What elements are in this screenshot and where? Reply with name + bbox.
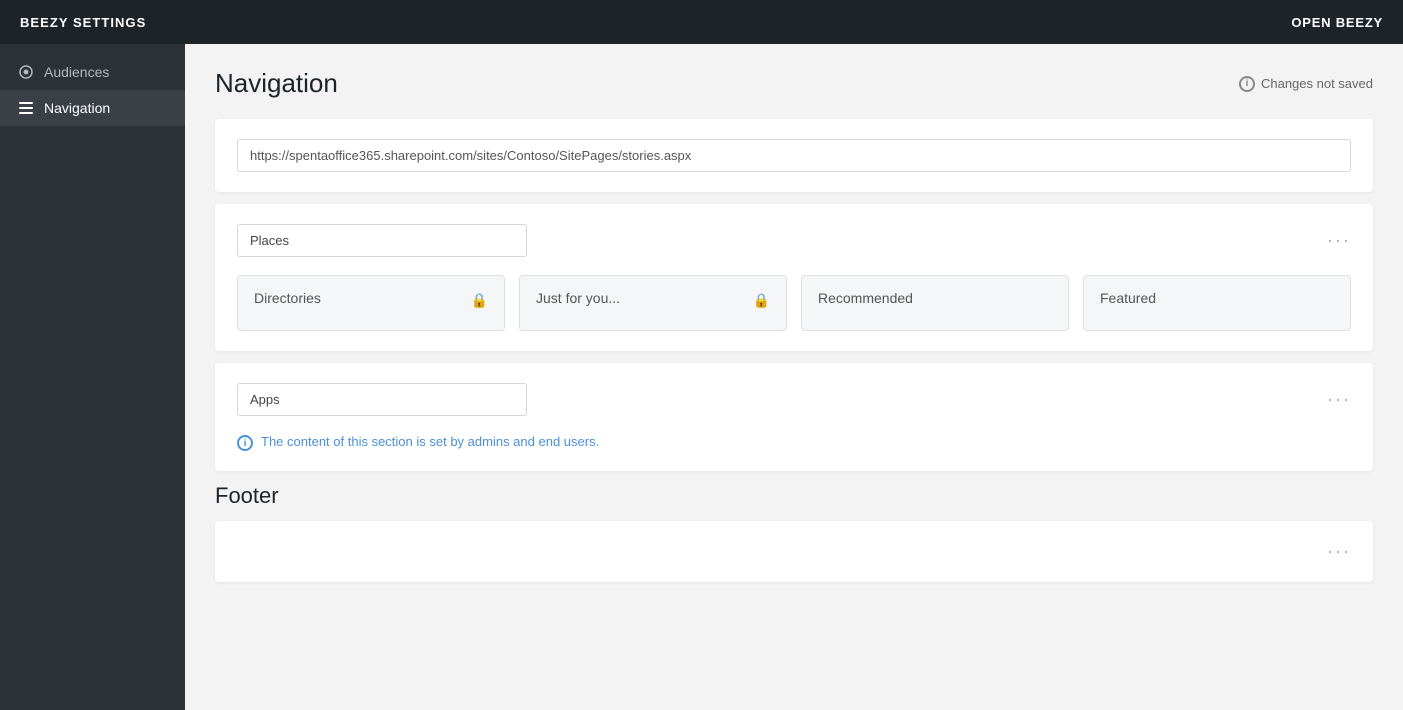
places-card: ··· Directories 🔒 Just for you... 🔒 Reco… [215,204,1373,351]
menu-lines-icon [18,100,34,116]
main-content: Navigation i Changes not saved ··· Direc… [185,44,1403,710]
apps-label-input[interactable] [237,383,527,416]
sub-card-featured[interactable]: Featured [1083,275,1351,331]
open-beezy-button[interactable]: OPEN BEEZY [1291,15,1383,30]
places-more-button[interactable]: ··· [1327,230,1351,251]
page-title: Navigation [215,68,338,99]
url-input[interactable] [237,139,1351,172]
url-card [215,119,1373,192]
sub-card-directories[interactable]: Directories 🔒 [237,275,505,331]
places-label-input[interactable] [237,224,527,257]
changes-status: i Changes not saved [1239,76,1373,92]
directories-label: Directories [254,290,321,306]
sidebar: Audiences Navigation [0,44,185,710]
topbar: BEEZY SETTINGS OPEN BEEZY [0,0,1403,44]
sidebar-navigation-label: Navigation [44,100,110,116]
featured-label: Featured [1100,290,1156,306]
apps-info-row: i The content of this section is set by … [237,434,1351,451]
footer-more-button[interactable]: ··· [1327,541,1351,562]
sub-card-recommended[interactable]: Recommended [801,275,1069,331]
app-title: BEEZY SETTINGS [20,15,146,30]
places-card-header: ··· [237,224,1351,257]
footer-card: ··· [215,521,1373,582]
apps-info-text: The content of this section is set by ad… [261,434,599,449]
lock-icon-just-for-you: 🔒 [753,292,770,309]
sub-card-just-for-you[interactable]: Just for you... 🔒 [519,275,787,331]
circle-dot-icon [18,64,34,80]
just-for-you-label: Just for you... [536,290,620,306]
changes-status-text: Changes not saved [1261,76,1373,91]
sidebar-item-audiences[interactable]: Audiences [0,54,185,90]
lock-icon-directories: 🔒 [471,292,488,309]
page-header: Navigation i Changes not saved [215,68,1373,99]
apps-card: ··· i The content of this section is set… [215,363,1373,471]
sidebar-item-navigation[interactable]: Navigation [0,90,185,126]
app-layout: Audiences Navigation Navigation i Change… [0,44,1403,710]
info-icon: i [1239,76,1255,92]
url-input-row [237,139,1351,172]
sidebar-audiences-label: Audiences [44,64,109,80]
footer-section: Footer ··· [215,483,1373,582]
apps-info-icon: i [237,435,253,451]
footer-title: Footer [215,483,1373,509]
apps-card-header: ··· [237,383,1351,416]
apps-more-button[interactable]: ··· [1327,389,1351,410]
places-sub-cards: Directories 🔒 Just for you... 🔒 Recommen… [237,275,1351,331]
recommended-label: Recommended [818,290,913,306]
